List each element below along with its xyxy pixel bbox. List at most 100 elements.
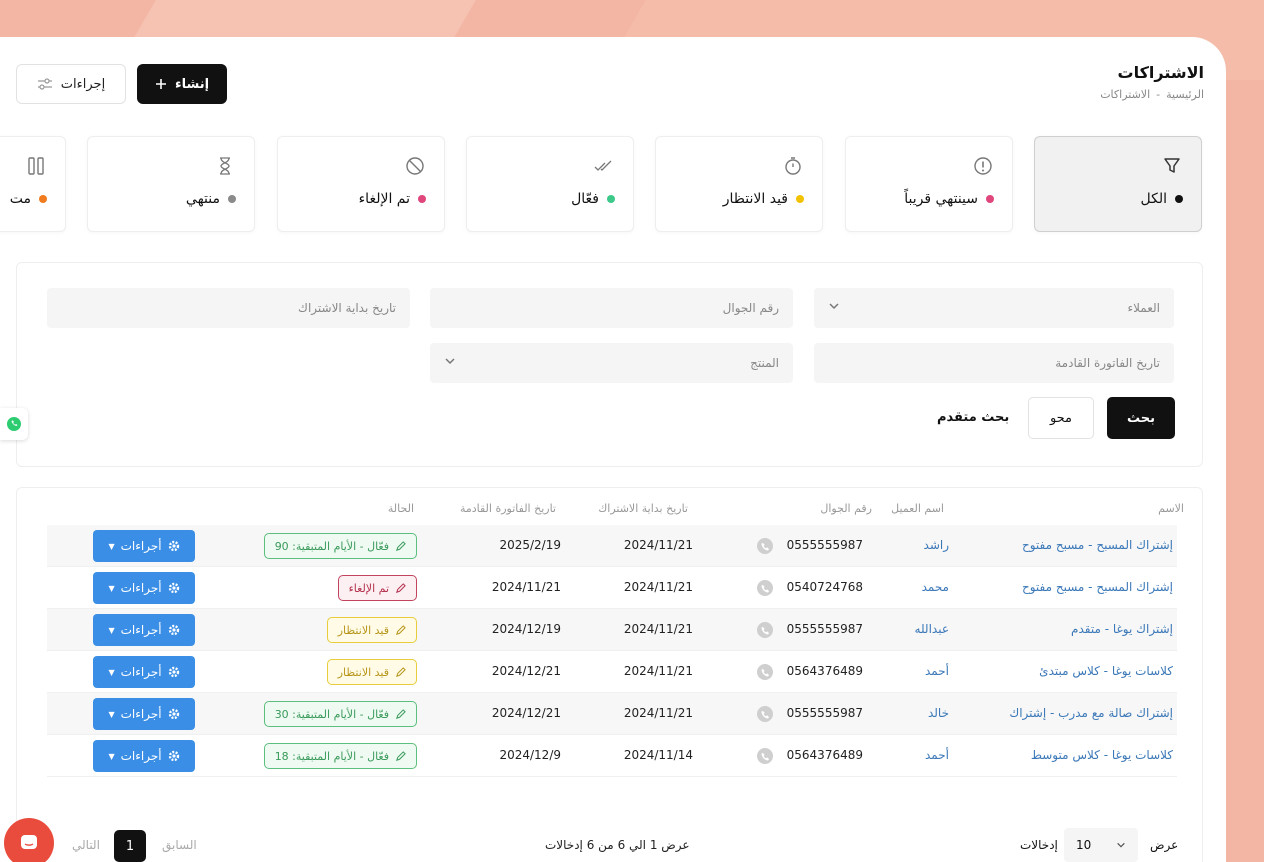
- status-badge[interactable]: قيد الانتظار: [326, 617, 417, 643]
- subscription-name-link[interactable]: إشتراك صالة مع مدرب - إشتراك: [1009, 706, 1173, 720]
- chat-icon: [21, 835, 37, 849]
- phone-number: 0564376489: [786, 664, 863, 678]
- sliders-icon: [37, 78, 52, 90]
- status-badge[interactable]: قيد الانتظار: [326, 659, 417, 685]
- advanced-search-link[interactable]: بحث متقدم: [937, 410, 1009, 425]
- ban-icon: [406, 157, 424, 175]
- page-size-value: 10: [1076, 838, 1092, 852]
- tab-all[interactable]: الكل: [1034, 136, 1202, 232]
- phone-icon[interactable]: [757, 538, 773, 554]
- clear-button[interactable]: محو: [1028, 397, 1094, 439]
- breadcrumb-home[interactable]: الرئيسية: [1166, 88, 1204, 101]
- next-invoice-date: 2025/2/19: [499, 538, 561, 552]
- subscriptions-table: الاسم اسم العميل رقم الجوال تاريخ بداية …: [16, 487, 1203, 862]
- col-start-date: تاريخ بداية الاشتراك: [598, 502, 688, 515]
- start-date: 2024/11/21: [623, 580, 693, 594]
- prev-page-button[interactable]: السابق: [162, 838, 197, 852]
- tab-pending[interactable]: قيد الانتظار: [655, 136, 823, 232]
- next-invoice-date: 2024/12/21: [491, 706, 561, 720]
- tab-label: مت: [9, 191, 31, 207]
- plus-icon: [155, 79, 166, 89]
- next-page-button[interactable]: التالي: [72, 838, 100, 852]
- subscription-name-link[interactable]: إشتراك المسبح - مسبح مفتوح: [1022, 580, 1173, 594]
- col-client: اسم العميل: [891, 502, 944, 515]
- row-actions-button[interactable]: أجراءات ▼: [93, 656, 195, 688]
- phone-icon[interactable]: [757, 748, 773, 764]
- start-date: 2024/11/21: [623, 664, 693, 678]
- status-tabs: الكل سينتهي قريباً قيد الانتظار فعّال تم…: [0, 136, 1226, 232]
- tab-expiring-soon[interactable]: سينتهي قريباً: [845, 136, 1013, 232]
- page-size-select[interactable]: 10: [1064, 828, 1138, 862]
- next-invoice-date: 2024/12/21: [491, 664, 561, 678]
- phone-icon[interactable]: [757, 622, 773, 638]
- pencil-icon: [396, 624, 406, 635]
- pencil-icon: [396, 708, 406, 719]
- status-badge[interactable]: فعّال - الأيام المتبقية: 30: [263, 701, 417, 727]
- tab-paused[interactable]: مت: [0, 136, 66, 232]
- phone-number: 0564376489: [786, 748, 863, 762]
- pencil-icon: [396, 666, 406, 677]
- tab-active[interactable]: فعّال: [466, 136, 634, 232]
- caret-down-icon: ▼: [108, 625, 115, 635]
- subscription-name-link[interactable]: كلاسات يوغا - كلاس مبتدئ: [1039, 664, 1173, 678]
- phone-icon[interactable]: [757, 580, 773, 596]
- whatsapp-button[interactable]: [0, 408, 28, 440]
- table-row: كلاسات يوغا - كلاس متوسط أحمد 0564376489…: [47, 735, 1177, 777]
- row-actions-button[interactable]: أجراءات ▼: [93, 614, 195, 646]
- subscription-name-link[interactable]: إشتراك المسبح - مسبح مفتوح: [1022, 538, 1173, 552]
- actions-button[interactable]: إجراءات: [16, 64, 126, 104]
- phone-input[interactable]: رقم الجوال: [430, 288, 793, 328]
- show-label: عرض: [1150, 838, 1179, 852]
- caret-down-icon: ▼: [108, 541, 115, 551]
- tab-expired[interactable]: منتهي: [87, 136, 255, 232]
- actions-button-label: إجراءات: [60, 76, 106, 92]
- product-select[interactable]: المنتج: [430, 343, 793, 383]
- client-name-link[interactable]: أحمد: [925, 664, 949, 678]
- gear-icon: [168, 624, 179, 636]
- client-name-link[interactable]: محمد: [922, 580, 949, 594]
- subscription-name-link[interactable]: كلاسات يوغا - كلاس متوسط: [1031, 748, 1173, 762]
- clients-select[interactable]: العملاء: [814, 288, 1174, 328]
- page-title: الاشتراكات: [1117, 63, 1205, 82]
- client-name-link[interactable]: عبدالله: [915, 622, 949, 636]
- next-invoice-date-input[interactable]: تاريخ الفاتورة القادمة: [814, 343, 1174, 383]
- status-badge[interactable]: تم الإلغاء: [337, 575, 417, 601]
- col-phone: رقم الجوال: [820, 502, 872, 515]
- status-badge[interactable]: فعّال - الأيام المتبقية: 18: [263, 743, 417, 769]
- row-actions-button[interactable]: أجراءات ▼: [93, 740, 195, 772]
- phone-icon[interactable]: [757, 664, 773, 680]
- client-name-link[interactable]: راشد: [924, 538, 949, 552]
- status-badge[interactable]: فعّال - الأيام المتبقية: 90: [263, 533, 417, 559]
- create-button[interactable]: إنشاء: [137, 64, 227, 104]
- next-invoice-date: 2024/11/21: [491, 580, 561, 594]
- pause-icon: [28, 157, 44, 175]
- start-date-input[interactable]: تاريخ بداية الاشتراك: [47, 288, 410, 328]
- phone-icon[interactable]: [757, 706, 773, 722]
- client-name-link[interactable]: أحمد: [925, 748, 949, 762]
- gear-icon: [168, 666, 179, 678]
- breadcrumb: الرئيسية - الاشتراكات: [1100, 88, 1204, 101]
- row-actions-button[interactable]: أجراءات ▼: [93, 530, 195, 562]
- caret-down-icon: ▼: [108, 667, 115, 677]
- tab-label: تم الإلغاء: [358, 191, 410, 207]
- col-name: الاسم: [1158, 502, 1184, 515]
- gear-icon: [168, 708, 179, 720]
- chevron-down-icon: [445, 358, 455, 365]
- double-check-icon: [594, 160, 612, 171]
- search-panel: العملاء رقم الجوال تاريخ بداية الاشتراك …: [16, 262, 1203, 467]
- client-name-link[interactable]: خالد: [928, 706, 949, 720]
- phone-number: 0555555987: [786, 622, 863, 636]
- subscription-name-link[interactable]: إشتراك يوغا - متقدم: [1071, 622, 1173, 636]
- row-actions-button[interactable]: أجراءات ▼: [93, 698, 195, 730]
- gear-icon: [168, 582, 179, 594]
- main-card: الاشتراكات الرئيسية - الاشتراكات إنشاء إ…: [0, 37, 1226, 862]
- col-next-invoice: تاريخ الفاتورة القادمة: [459, 502, 556, 515]
- start-date: 2024/11/21: [623, 538, 693, 552]
- chat-button[interactable]: [4, 818, 54, 862]
- row-actions-button[interactable]: أجراءات ▼: [93, 572, 195, 604]
- tab-cancelled[interactable]: تم الإلغاء: [277, 136, 445, 232]
- search-button[interactable]: بحث: [1107, 397, 1175, 439]
- pencil-icon: [396, 582, 406, 593]
- tab-label: الكل: [1140, 191, 1168, 207]
- page-1-button[interactable]: 1: [114, 830, 146, 862]
